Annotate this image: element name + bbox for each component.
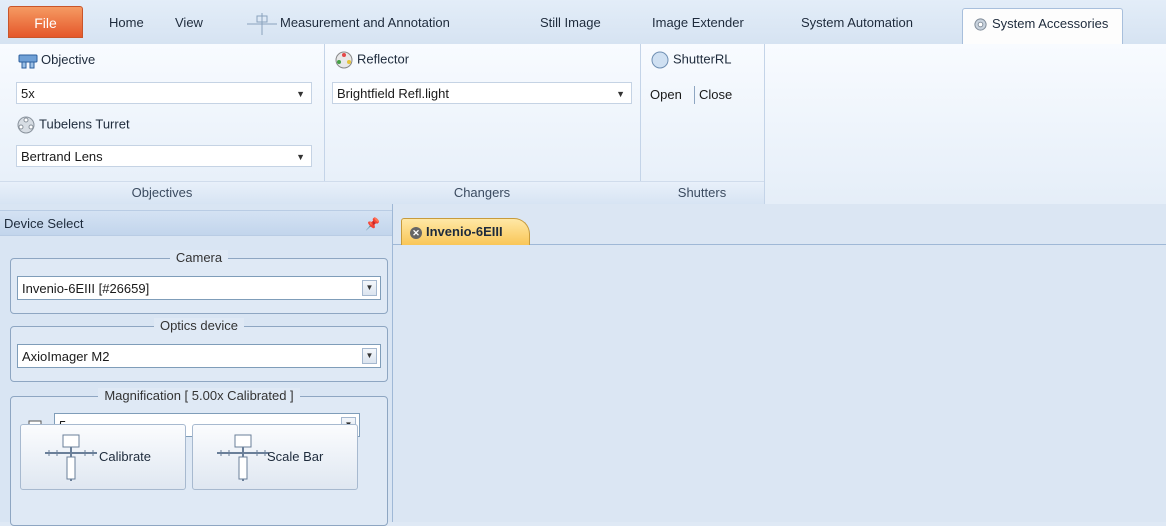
shutters-group: ShutterRL Open Close Shutters	[640, 44, 765, 204]
reflector-label-text: Reflector	[357, 51, 410, 67]
ruler-cross-icon	[45, 434, 97, 481]
chevron-down-icon: ▼	[616, 89, 625, 99]
chevron-down-icon: ▼	[296, 152, 305, 162]
ribbon-tab-strip: File Home View Measurement and Annotatio…	[0, 0, 1166, 45]
shutter-close-button[interactable]: Close	[699, 87, 732, 102]
camera-legend: Camera	[11, 250, 387, 265]
scale-bar-button[interactable]: Scale Bar	[192, 424, 358, 490]
tab-system-accessories[interactable]: System Accessories	[962, 8, 1124, 45]
tab-view[interactable]: View	[175, 9, 203, 37]
camera-fieldset: Camera Invenio-6EIII [#26659] ▼	[10, 250, 388, 314]
optics-legend: Optics device	[11, 318, 387, 333]
tab-system-accessories-label: System Accessories	[992, 16, 1109, 31]
turret-icon	[17, 116, 35, 134]
shutter-label-text: ShutterRL	[673, 51, 732, 67]
tab-file[interactable]: File	[8, 6, 83, 38]
tab-system-automation[interactable]: System Automation	[801, 9, 913, 37]
tubelens-value: Bertrand Lens	[21, 149, 103, 164]
chevron-down-icon: ▼	[362, 348, 377, 364]
shutter-icon	[651, 51, 669, 69]
shutter-open-button[interactable]: Open	[650, 87, 682, 102]
objective-value: 5x	[21, 86, 35, 101]
shutter-divider	[694, 86, 695, 104]
changers-group: Reflector Brightfield Refl.light ▼ Chang…	[324, 44, 641, 204]
shutters-group-label: Shutters	[640, 181, 764, 204]
calibrate-label: Calibrate	[99, 449, 152, 464]
reflector-icon	[335, 51, 353, 69]
camera-select[interactable]: Invenio-6EIII [#26659] ▼	[17, 276, 381, 300]
magnification-legend: Magnification [ 5.00x Calibrated ]	[11, 388, 387, 403]
tab-image-extender[interactable]: Image Extender	[652, 9, 744, 37]
objective-select[interactable]: 5x ▼	[16, 82, 312, 104]
tubelens-label: Tubelens Turret	[16, 116, 130, 134]
tab-home[interactable]: Home	[109, 9, 144, 37]
close-icon[interactable]: ✕	[410, 226, 422, 239]
camera-value: Invenio-6EIII [#26659]	[22, 281, 150, 296]
shutter-label: ShutterRL	[650, 51, 732, 69]
panel-header: Device Select 📌	[0, 210, 392, 236]
objective-icon	[18, 54, 38, 69]
reflector-label: Reflector	[334, 51, 409, 69]
chevron-down-icon: ▼	[296, 89, 305, 99]
objective-label: Objective	[18, 52, 95, 69]
tab-still-image[interactable]: Still Image	[540, 9, 601, 37]
document-tab-strip: ✕ Invenio-6EIII	[393, 218, 1166, 245]
optics-fieldset: Optics device AxioImager M2 ▼	[10, 318, 388, 382]
tubelens-select[interactable]: Bertrand Lens ▼	[16, 145, 312, 167]
objectives-group-label: Objectives	[0, 181, 324, 204]
optics-value: AxioImager M2	[22, 349, 110, 364]
chevron-down-icon: ▼	[362, 280, 377, 296]
ruler-cross-icon	[217, 434, 269, 481]
reflector-select[interactable]: Brightfield Refl.light ▼	[332, 82, 632, 104]
changers-group-label: Changers	[324, 181, 640, 204]
reflector-value: Brightfield Refl.light	[337, 86, 449, 101]
gear-icon	[974, 18, 987, 31]
document-tab[interactable]: ✕ Invenio-6EIII	[401, 218, 530, 245]
pin-icon[interactable]: 📌	[365, 211, 380, 237]
optics-select[interactable]: AxioImager M2 ▼	[17, 344, 381, 368]
objective-label-text: Objective	[41, 52, 96, 67]
panel-title: Device Select	[4, 216, 84, 231]
tab-measurement[interactable]: Measurement and Annotation	[247, 9, 450, 37]
objectives-group: Objective 5x ▼ Tubelens Turret Bertrand …	[0, 44, 325, 204]
calibrate-button[interactable]: Calibrate	[20, 424, 186, 490]
document-area: ✕ Invenio-6EIII	[393, 204, 1166, 522]
tab-measurement-label: Measurement and Annotation	[280, 15, 450, 30]
ribbon: Objective 5x ▼ Tubelens Turret Bertrand …	[0, 44, 1166, 205]
tubelens-label-text: Tubelens Turret	[39, 116, 130, 132]
ruler-icon	[247, 12, 277, 35]
document-tab-label: Invenio-6EIII	[426, 224, 503, 239]
scale-bar-label: Scale Bar	[267, 449, 324, 464]
